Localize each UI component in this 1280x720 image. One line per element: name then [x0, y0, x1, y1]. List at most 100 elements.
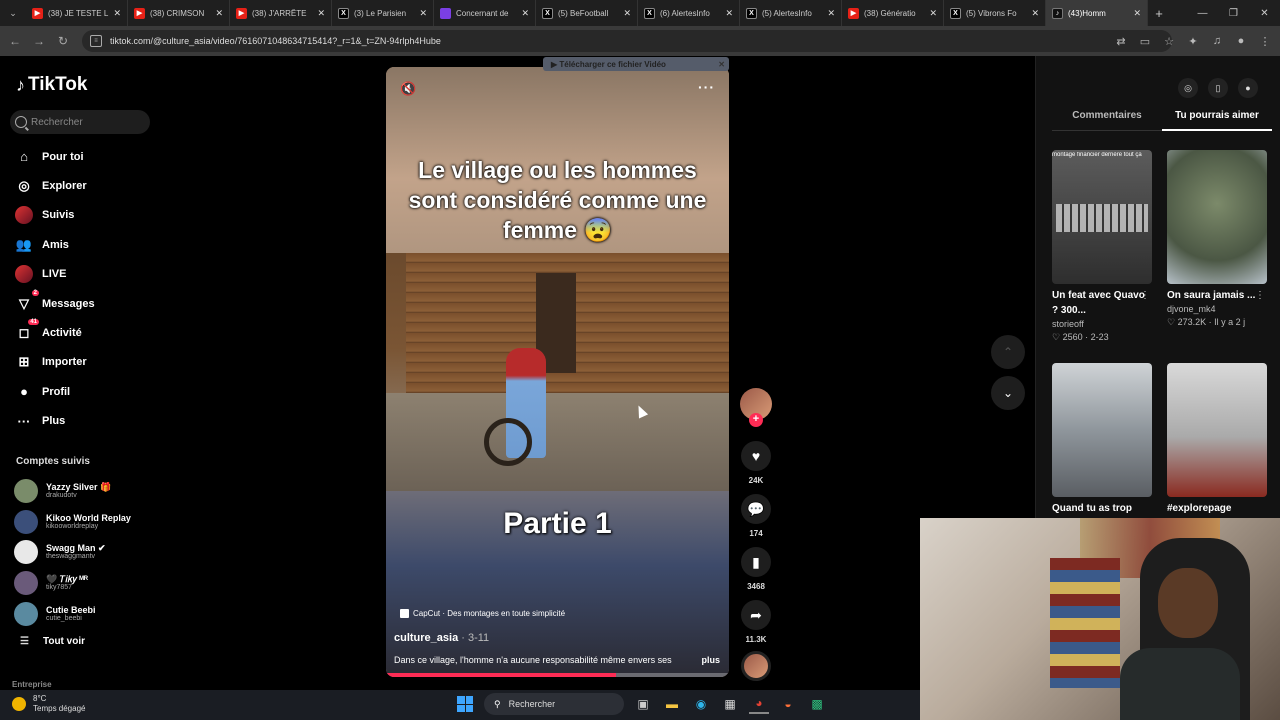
video-player[interactable]: Le village ou les hommes sont considéré …: [386, 67, 729, 677]
media-icon[interactable]: ♫: [1210, 35, 1224, 47]
following-item[interactable]: Kikoo World Replay kikooworldreplay: [14, 507, 160, 538]
suggested-video-card[interactable]: On saura jamais ... djvone_mk4 ♡ 273.2K · …: [1167, 150, 1267, 329]
chrome-icon[interactable]: ◕: [749, 694, 769, 714]
tab-close-icon[interactable]: ✕: [1133, 8, 1141, 19]
url-field[interactable]: ≡ tiktok.com/@culture_asia/video/7616071…: [82, 30, 1172, 52]
browser-tab[interactable]: ▶ (38) J'ARRÊTE ✕: [230, 0, 332, 26]
tab-close-icon[interactable]: ✕: [725, 8, 733, 19]
app-icon[interactable]: ▩: [807, 694, 827, 714]
translate-icon[interactable]: ⇄: [1114, 35, 1128, 48]
sidebar-item-suivis[interactable]: Suivis: [0, 201, 160, 230]
tab-close-icon[interactable]: ✕: [317, 8, 325, 19]
tab-close-icon[interactable]: ✕: [929, 8, 937, 19]
suggested-video-card[interactable]: #explorepage: [1167, 363, 1267, 516]
sidebar-item-explorer[interactable]: ◎ Explorer: [0, 171, 160, 200]
following-item[interactable]: Swagg Man ✔ theswaggmantv: [14, 537, 160, 568]
more-link[interactable]: plus: [701, 655, 720, 665]
sidebar-item-label: Plus: [42, 415, 66, 428]
browser-tab[interactable]: ▶ (38) CRIMSON ✕: [128, 0, 230, 26]
follow-plus-icon[interactable]: +: [749, 413, 763, 427]
download-overlay[interactable]: ▶ Télécharger ce fichier Vidéo ✕: [543, 57, 729, 71]
suggested-video-card[interactable]: montage financier derrière tout ça Un fea…: [1052, 150, 1152, 344]
see-all-button[interactable]: ☰ Tout voir: [20, 636, 85, 647]
profile-icon[interactable]: ●: [1234, 35, 1248, 47]
tab-close-icon[interactable]: ✕: [113, 8, 121, 19]
store-icon[interactable]: ▦: [720, 694, 740, 714]
start-button[interactable]: [455, 694, 475, 714]
company-link[interactable]: Entreprise: [12, 680, 52, 689]
browser-tab[interactable]: ♪ (43)Homm ✕: [1046, 0, 1148, 26]
heart-icon: ♥: [741, 441, 771, 471]
sidebar-item-profil[interactable]: ● Profil: [0, 377, 160, 406]
comment-button[interactable]: 💬 174: [738, 494, 774, 541]
browser-tab[interactable]: X (5) AlertesInfo ✕: [740, 0, 842, 26]
mute-icon[interactable]: 🔇: [400, 81, 416, 97]
close-window-button[interactable]: ✕: [1249, 0, 1280, 26]
sidebar-item-plus[interactable]: ··· Plus: [0, 407, 160, 436]
close-icon[interactable]: ✕: [718, 60, 725, 69]
browser-tab[interactable]: X (3) Le Parisien ✕: [332, 0, 434, 26]
sidebar-item-importer[interactable]: ⊞ Importer: [0, 348, 160, 377]
sidebar-item-pour-toi[interactable]: ⌂ Pour toi: [0, 142, 160, 171]
browser-tab[interactable]: ▶ (38) Génératio ✕: [842, 0, 944, 26]
back-button[interactable]: ←: [3, 29, 27, 53]
card-author: djvone_mk4: [1167, 304, 1216, 314]
search-input[interactable]: Rechercher: [10, 110, 150, 134]
like-button[interactable]: ♥ 24K: [738, 441, 774, 488]
browser-tab[interactable]: X (5) Vibrons Fo ✕: [944, 0, 1046, 26]
save-button[interactable]: ▮ 3468: [738, 547, 774, 594]
task-view-icon[interactable]: ▣: [633, 694, 653, 714]
tab-list-button[interactable]: ⌄: [0, 0, 26, 26]
following-item[interactable]: 🖤 𝑇𝑖𝑘𝑦 ᴹᴿ tiky7857: [14, 568, 160, 599]
maximize-button[interactable]: ❐: [1218, 0, 1249, 26]
firefox-icon[interactable]: ◒: [778, 694, 798, 714]
phone-icon[interactable]: ▯: [1208, 78, 1228, 98]
following-item[interactable]: Yazzy Silver 🎁 drakudotv: [14, 476, 160, 507]
weather-widget[interactable]: 8°C Temps dégagé: [12, 694, 85, 714]
capcut-tag[interactable]: CapCut · Des montages en toute simplicit…: [400, 609, 565, 618]
creator-avatar[interactable]: +: [740, 388, 772, 427]
bookmark-star-icon[interactable]: ☆: [1162, 35, 1176, 48]
card-more-icon[interactable]: ⋮: [1140, 290, 1150, 301]
music-disc-icon[interactable]: [741, 651, 771, 681]
compass-icon[interactable]: ◎: [1178, 78, 1198, 98]
reload-button[interactable]: ↻: [51, 29, 75, 53]
sidebar-item-messages[interactable]: ▽ 2 Messages: [0, 289, 160, 318]
user-avatar[interactable]: ●: [1238, 78, 1258, 98]
video-more-icon[interactable]: ···: [698, 79, 715, 95]
tab-close-icon[interactable]: ✕: [623, 8, 631, 19]
extensions-icon[interactable]: ✦: [1186, 35, 1200, 48]
site-info-icon[interactable]: ≡: [90, 35, 102, 47]
previous-video-button[interactable]: ⌃: [991, 335, 1025, 369]
suggested-video-card[interactable]: Quand tu as trop: [1052, 363, 1152, 516]
sidebar-item-live[interactable]: LIVE: [0, 260, 160, 289]
browser-tab[interactable]: X (5) BeFootball ✕: [536, 0, 638, 26]
minimize-button[interactable]: —: [1187, 0, 1218, 26]
forward-button[interactable]: →: [27, 29, 51, 53]
edge-icon[interactable]: ◉: [691, 694, 711, 714]
sidebar-item-activit-[interactable]: ◻ 41 Activité: [0, 318, 160, 347]
browser-tab[interactable]: ▶ (38) JE TESTE L ✕: [26, 0, 128, 26]
browser-menu-icon[interactable]: ⋮: [1258, 35, 1272, 48]
tab-close-icon[interactable]: ✕: [521, 8, 529, 19]
tab-close-icon[interactable]: ✕: [419, 8, 427, 19]
browser-tab[interactable]: X (6) AlertesInfo ✕: [638, 0, 740, 26]
new-tab-button[interactable]: +: [1148, 6, 1170, 21]
tiktok-logo[interactable]: ♪ TikTok: [16, 74, 87, 96]
tab-close-icon[interactable]: ✕: [827, 8, 835, 19]
file-explorer-icon[interactable]: ▬: [662, 694, 682, 714]
tab-close-icon[interactable]: ✕: [215, 8, 223, 19]
browser-tab[interactable]: Concernant de ✕: [434, 0, 536, 26]
share-button[interactable]: ➦ 11.3K: [738, 600, 774, 647]
next-video-button[interactable]: ⌄: [991, 376, 1025, 410]
card-more-icon[interactable]: ⋮: [1255, 290, 1265, 301]
video-progress-bar[interactable]: [386, 673, 729, 677]
following-item[interactable]: Cutie Beebi cutie_beebi: [14, 598, 160, 629]
cast-icon[interactable]: ▭: [1138, 35, 1152, 48]
video-author[interactable]: culture_asia · 3-11: [394, 632, 489, 644]
tab-close-icon[interactable]: ✕: [1031, 8, 1039, 19]
tab-suggestions[interactable]: Tu pourrais aimer: [1162, 110, 1272, 131]
tab-comments[interactable]: Commentaires: [1052, 110, 1162, 131]
sidebar-item-amis[interactable]: 👥 Amis: [0, 230, 160, 259]
taskbar-search[interactable]: ⚲ Rechercher: [484, 693, 624, 715]
